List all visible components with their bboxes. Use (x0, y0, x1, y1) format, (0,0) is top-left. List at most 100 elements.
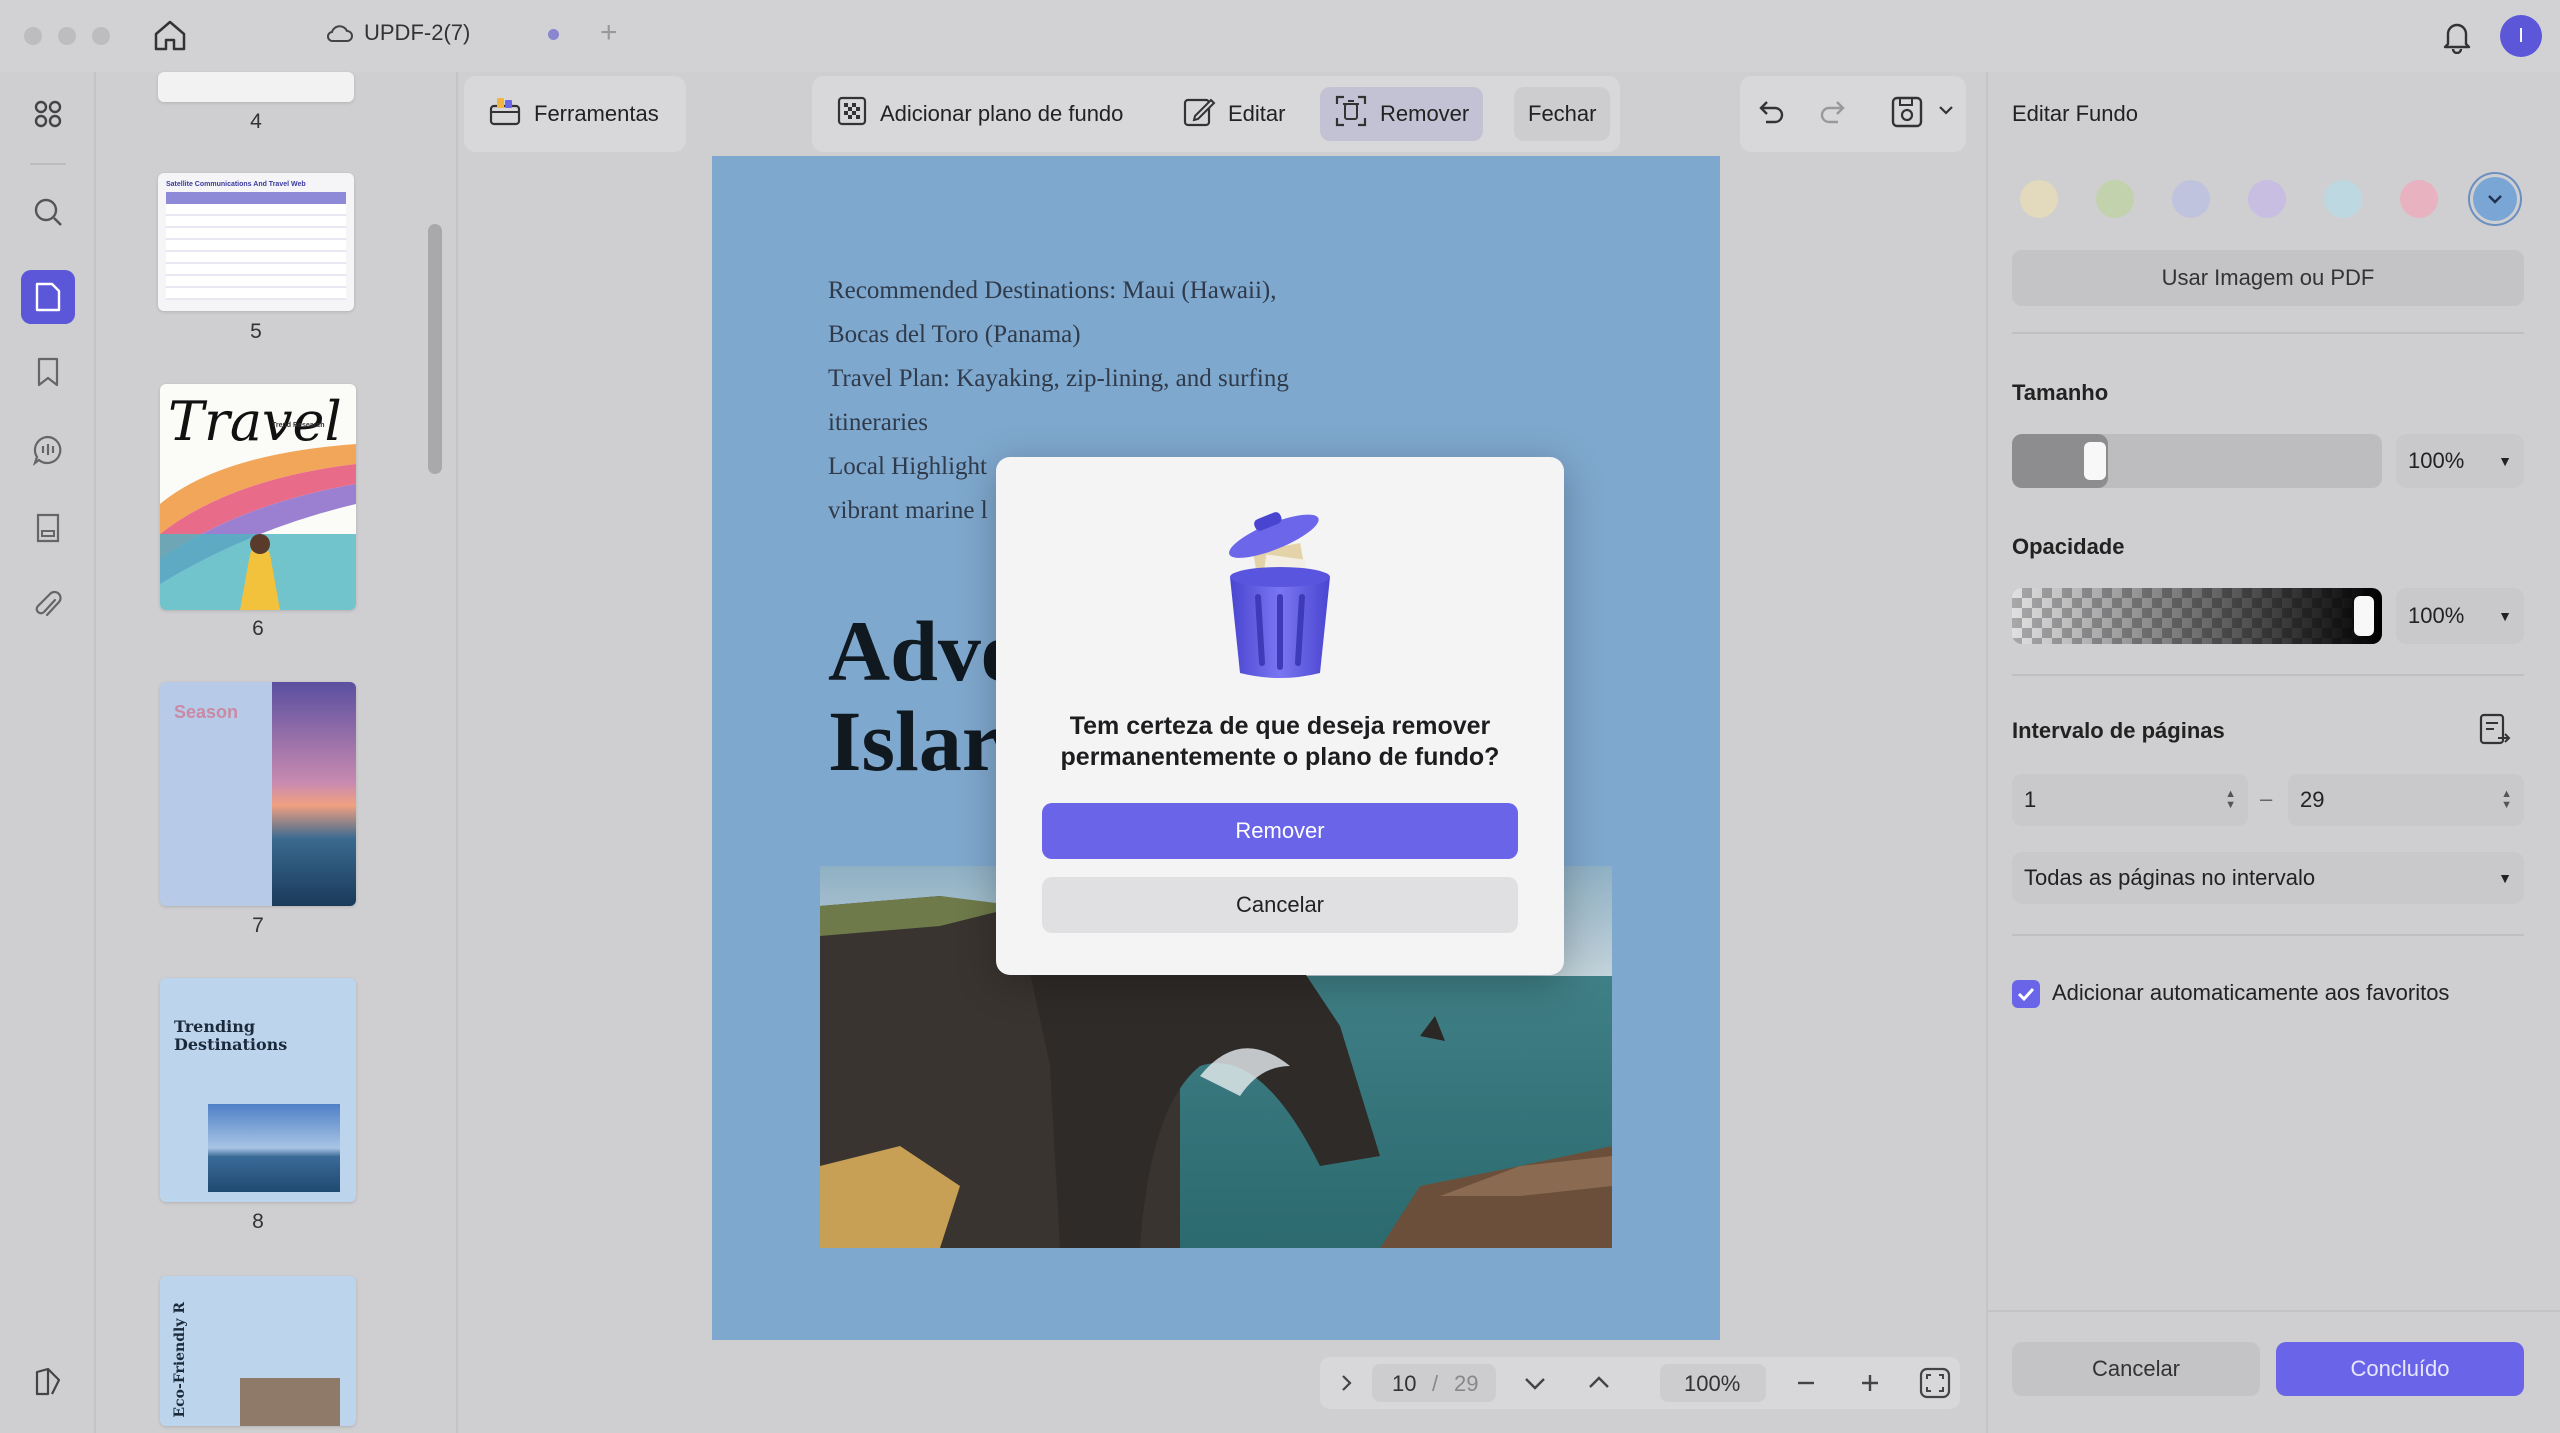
panel-footer-divider (1986, 1310, 2560, 1312)
toolbox-icon (488, 95, 522, 133)
background-pattern-icon (836, 95, 868, 133)
color-swatch[interactable] (2020, 180, 2058, 218)
trash-icon (1212, 507, 1348, 688)
favorites-checkbox[interactable] (2012, 980, 2040, 1008)
range-mode-value: Todas as páginas no intervalo (2024, 865, 2316, 890)
avatar[interactable]: I (2500, 15, 2542, 57)
color-swatch[interactable] (2400, 180, 2438, 218)
thumbnail-number: 8 (252, 1210, 264, 1233)
done-button[interactable]: Concluído (2276, 1342, 2524, 1396)
zoom-in-icon[interactable] (1858, 1371, 1882, 1400)
size-select[interactable]: 100% ▼ (2396, 434, 2524, 488)
thumbnail-sunset-image (272, 682, 356, 906)
thumbnail-table-header (166, 192, 346, 204)
panel-divider (2012, 674, 2524, 676)
range-to-stepper[interactable]: 29 ▲ ▼ (2288, 774, 2524, 826)
page-text-line: Recommended Destinations: Maui (Hawaii), (828, 277, 1277, 304)
color-swatch[interactable] (2248, 180, 2286, 218)
page-separator: / (1432, 1371, 1439, 1396)
remove-background-button[interactable]: Remover (1320, 87, 1484, 141)
edit-background-button[interactable]: Editar (1168, 87, 1299, 141)
size-label: Tamanho (2012, 380, 2109, 405)
opacity-slider-handle[interactable] (2354, 596, 2374, 636)
form-icon[interactable] (26, 506, 70, 550)
thumbnail-page-7[interactable]: Season (160, 682, 356, 906)
dialog-message: Tem certeza de que deseja remover perman… (1060, 712, 1500, 771)
redo-icon[interactable] (1818, 96, 1850, 133)
size-slider-track[interactable] (2012, 434, 2382, 488)
dialog-cancel-button[interactable]: Cancelar (1042, 877, 1518, 933)
comment-icon[interactable] (26, 428, 70, 472)
thumbnail-scrollbar[interactable] (428, 224, 442, 474)
bookmark-icon[interactable] (26, 350, 70, 394)
use-image-or-pdf-button[interactable]: Usar Imagem ou PDF (2012, 250, 2524, 306)
document-tab-title[interactable]: UPDF-2(7) (364, 20, 470, 46)
home-icon[interactable] (152, 18, 188, 57)
layers-icon[interactable] (26, 1360, 70, 1404)
thumbnail-island-image (208, 1104, 340, 1192)
minimize-window-button[interactable] (58, 27, 76, 45)
size-slider-handle[interactable] (2084, 442, 2106, 480)
chevron-down-icon[interactable] (1938, 103, 1954, 121)
thumbnail-page-4[interactable] (158, 72, 354, 102)
thumbnail-page-8[interactable]: Trending Destinations (160, 978, 356, 1202)
edit-pen-icon (1182, 94, 1216, 134)
add-background-label: Adicionar plano de fundo (880, 101, 1124, 126)
size-value: 100% (2408, 448, 2465, 473)
stepper-arrows-icon[interactable]: ▲ ▼ (2501, 789, 2512, 811)
color-swatch[interactable] (2172, 180, 2210, 218)
chevron-down-icon[interactable] (1522, 1371, 1548, 1400)
current-page: 10 (1392, 1371, 1417, 1396)
opacity-select[interactable]: 100% ▼ (2396, 588, 2524, 644)
close-background-tool-button[interactable]: Fechar (1514, 87, 1611, 141)
total-pages: 29 (1454, 1371, 1479, 1396)
page-thumbnails-icon[interactable] (21, 270, 75, 324)
rail-divider (30, 163, 66, 165)
page-text-line: Local Highlight (828, 453, 987, 480)
panel-title: Editar Fundo (2012, 101, 2138, 126)
apps-grid-icon[interactable] (26, 92, 70, 136)
stepper-arrows-icon[interactable]: ▲ ▼ (2225, 789, 2236, 811)
dialog-remove-button[interactable]: Remover (1042, 803, 1518, 859)
page-text-line: Travel Plan: Kayaking, zip-lining, and s… (828, 365, 1289, 392)
zoom-window-button[interactable] (92, 27, 110, 45)
thumbnail-page-5[interactable]: Satellite Communications And Travel Web (158, 173, 354, 311)
zoom-out-icon[interactable] (1794, 1371, 1818, 1400)
favorites-label: Adicionar automaticamente aos favoritos (2052, 980, 2450, 1005)
dropdown-arrow-icon: ▼ (2498, 608, 2512, 624)
opacity-label: Opacidade (2012, 534, 2125, 559)
chevron-up-icon[interactable] (1586, 1371, 1612, 1400)
search-icon[interactable] (26, 190, 70, 234)
new-tab-button[interactable]: + (600, 16, 618, 50)
tools-button[interactable]: Ferramentas (474, 87, 673, 141)
remove-background-icon (1334, 94, 1368, 134)
save-icon[interactable] (1890, 95, 1924, 134)
panel-divider (2012, 332, 2524, 334)
fit-page-icon[interactable] (1918, 1366, 1952, 1405)
thumbnail-page-9[interactable]: Eco-Friendly R (160, 1276, 356, 1426)
range-mode-select[interactable]: Todas as páginas no intervalo ▼ (2012, 852, 2524, 904)
color-swatch[interactable] (2096, 180, 2134, 218)
page-range-icon[interactable] (2478, 712, 2512, 753)
panel-divider (2012, 934, 2524, 936)
close-label: Fechar (1528, 101, 1597, 126)
thumbnail-page-6[interactable]: Travel Trend Research (160, 384, 356, 610)
range-from-stepper[interactable]: 1 ▲ ▼ (2012, 774, 2248, 826)
panel-cancel-button[interactable]: Cancelar (2012, 1342, 2260, 1396)
zoom-value: 100% (1684, 1371, 1741, 1396)
add-background-button[interactable]: Adicionar plano de fundo (822, 87, 1137, 141)
range-to-value: 29 (2300, 787, 2325, 812)
swatch-selected[interactable] (2473, 177, 2517, 221)
chevron-right-icon[interactable] (1334, 1371, 1358, 1400)
page-text-line: itineraries (828, 409, 928, 436)
attachment-icon[interactable] (26, 584, 70, 628)
close-window-button[interactable] (24, 27, 42, 45)
chevron-down-icon (2488, 195, 2502, 204)
opacity-slider-track[interactable] (2012, 588, 2382, 644)
thumbnail-6-subtitle: Trend Research (272, 422, 325, 429)
thumbnail-5-header: Satellite Communications And Travel Web (166, 181, 306, 188)
undo-icon[interactable] (1754, 96, 1786, 133)
bell-icon[interactable] (2440, 18, 2474, 59)
thumbnail-7-title: Season (174, 702, 239, 722)
color-swatch[interactable] (2324, 180, 2362, 218)
